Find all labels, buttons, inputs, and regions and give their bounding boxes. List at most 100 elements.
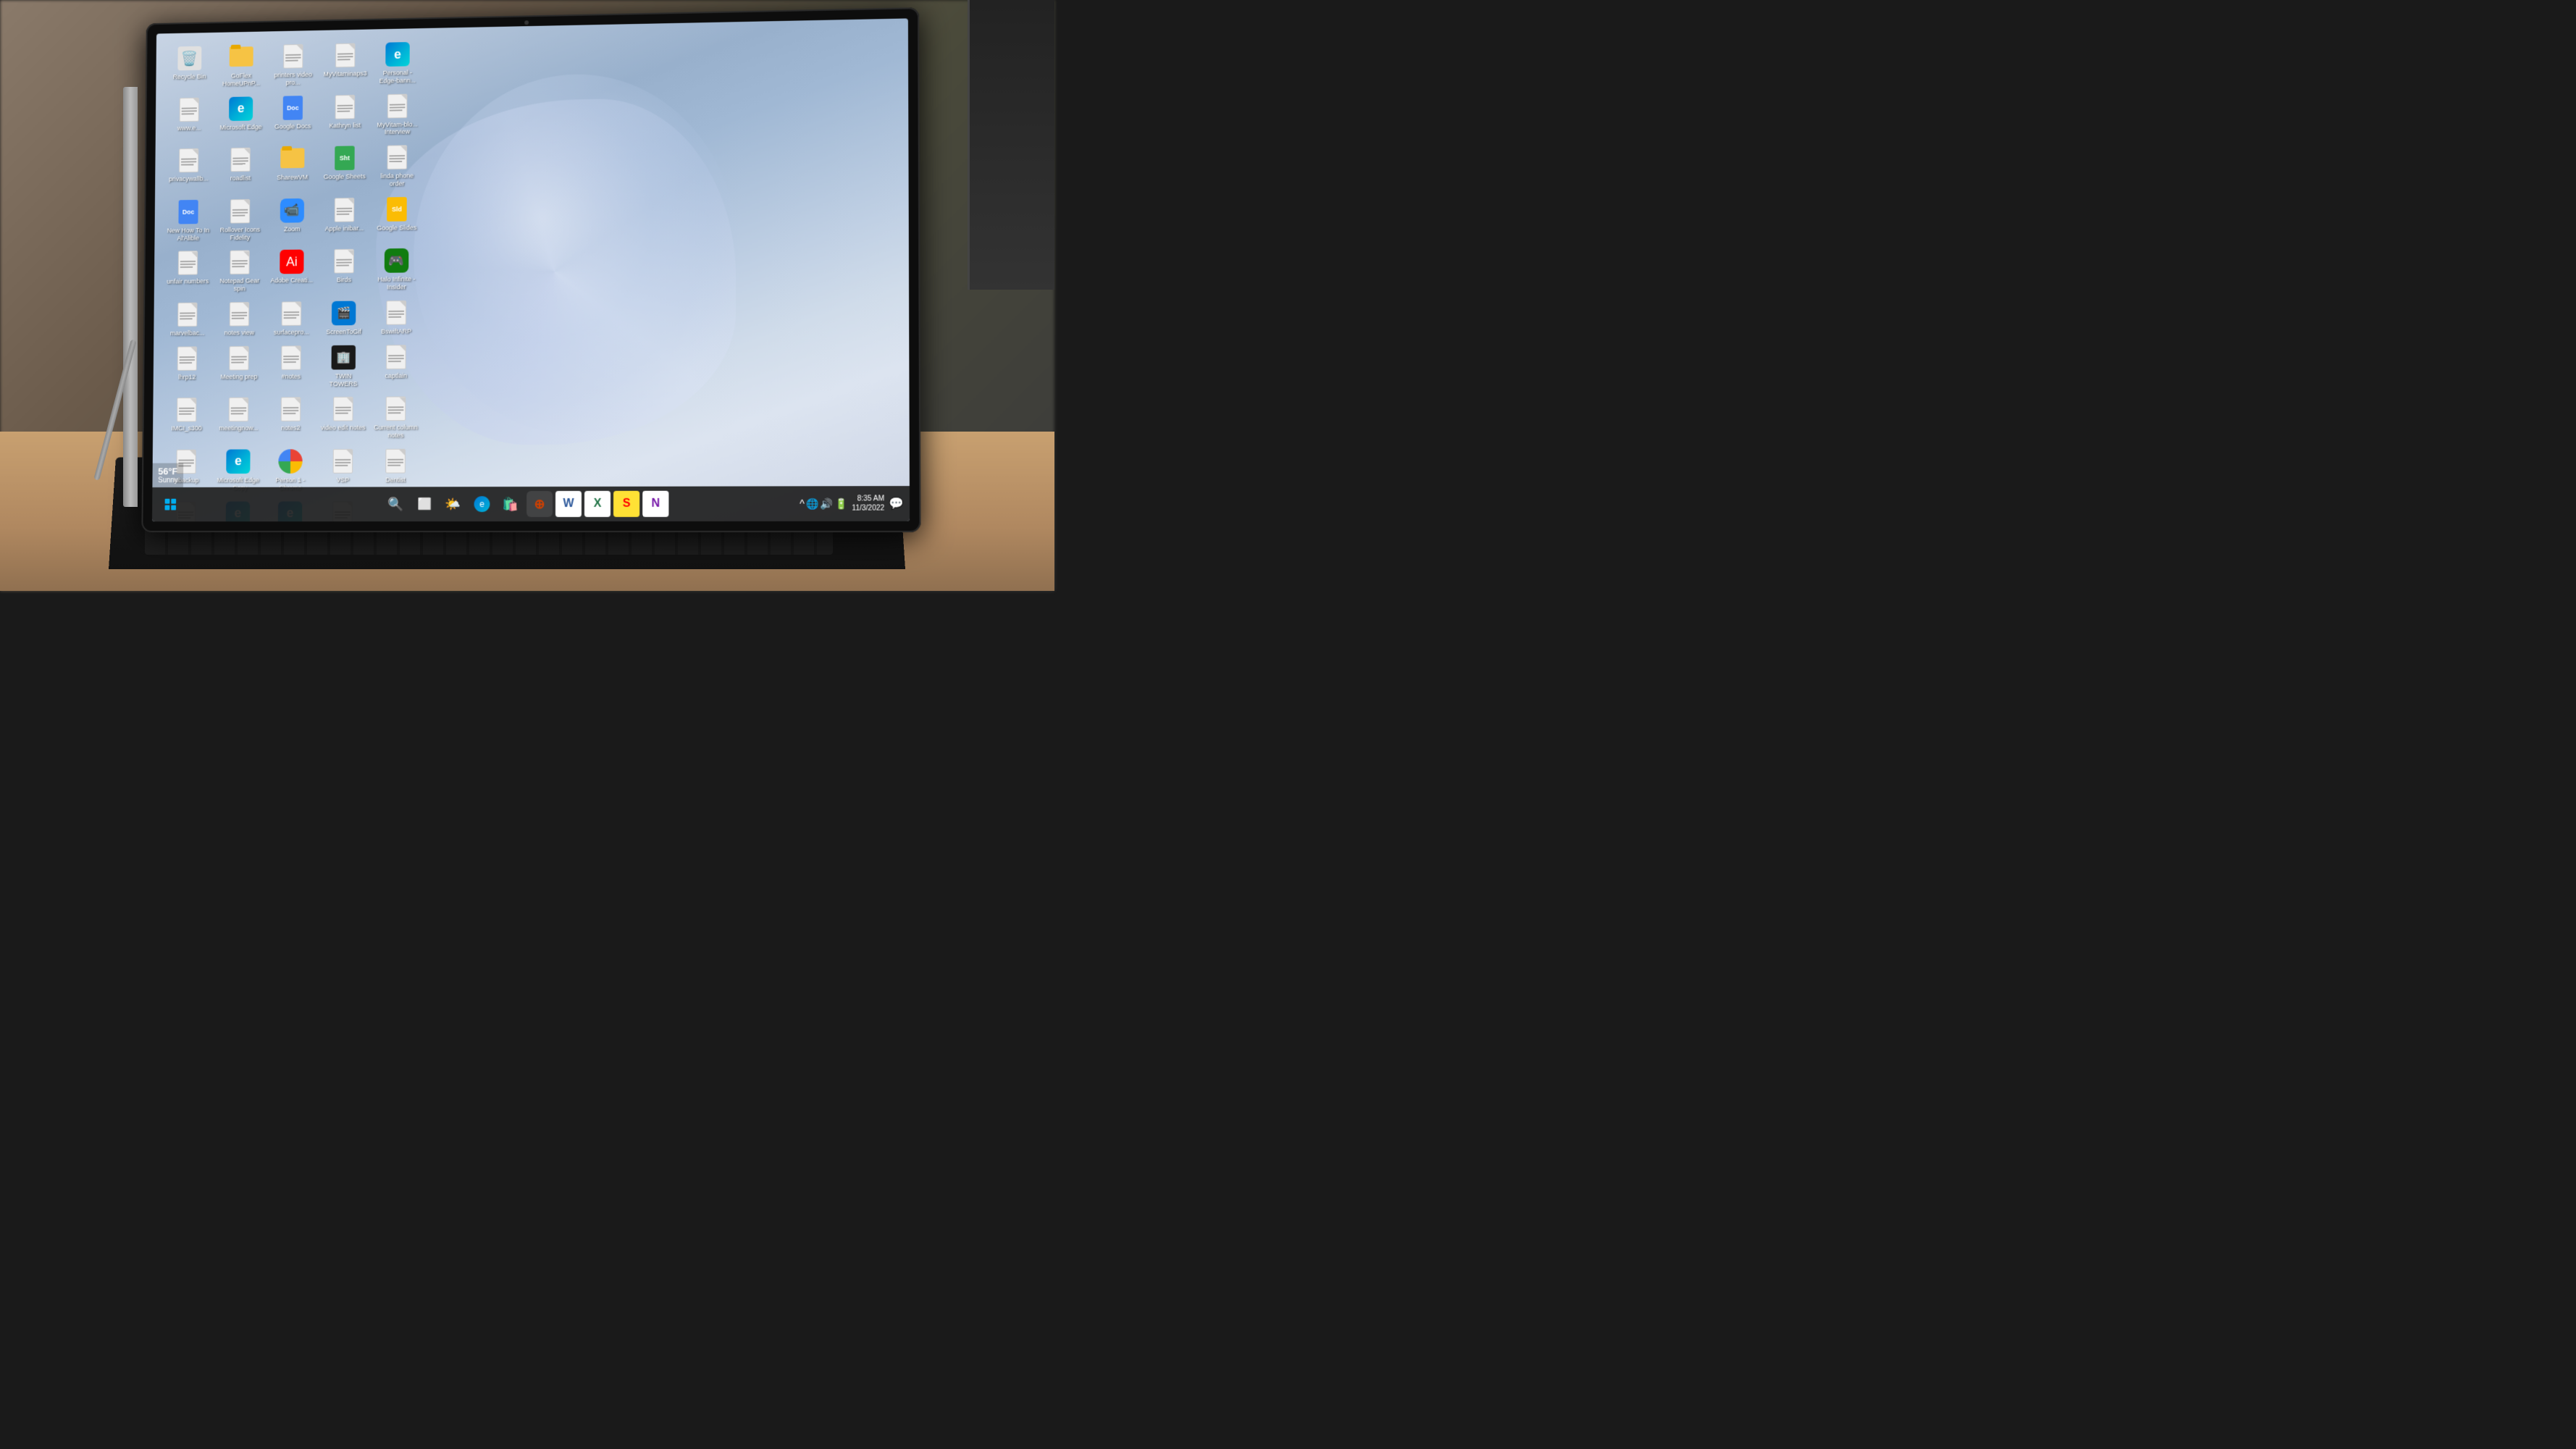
- desktop-icon-rollover-fidelity[interactable]: Rollover Icons Fidelity: [216, 196, 264, 245]
- desktop-icon-myvitaminaps3[interactable]: MyVitaminaps3: [321, 39, 369, 88]
- icon-image-imci-s300: [174, 397, 199, 423]
- icon-label-kathryn-list: Kathryn list: [329, 122, 360, 130]
- icon-label-myvitam-interview: MyVitam-blo... Interview: [374, 120, 420, 136]
- desktop-icon-screentogif[interactable]: 🎬 ScreenToGif: [319, 297, 368, 339]
- taskbar: 🔍 ⬜ 🌤️ e 🛍️ ⊕ W X S N ^: [152, 486, 910, 521]
- desktop-icon-linda-phone-order[interactable]: linda phone order: [373, 141, 421, 190]
- icon-image-halo-infinite: 🎮: [384, 248, 410, 274]
- icon-image-notepad-gear: [227, 250, 252, 276]
- taskbar-task-view[interactable]: ⬜: [411, 491, 437, 517]
- desktop-icon-notes[interactable]: #notes: [267, 342, 316, 391]
- desktop-icon-roadlist[interactable]: roadlist: [217, 144, 264, 193]
- desktop-icon-google-docs[interactable]: Doc Google Docs: [269, 92, 316, 141]
- icon-label-microsoft-edge: Microsoft Edge: [219, 123, 261, 131]
- desktop-icon-notes-view[interactable]: notes view: [215, 298, 263, 340]
- desktop-icon-unfair-numbers[interactable]: unfair numbers: [164, 248, 211, 297]
- icon-label-myvitaminaps3: MyVitaminaps3: [324, 70, 367, 78]
- icon-label-new-how-to-alible: New How To In Al'Alible: [166, 227, 211, 243]
- desktop-icon-new-how-to-alible[interactable]: Doc New How To In Al'Alible: [164, 196, 212, 245]
- taskbar-time-date[interactable]: 8:35 AM 11/3/2022: [852, 494, 884, 513]
- icon-label-unfair-numbers: unfair numbers: [167, 278, 209, 286]
- desktop-icon-twin-towers[interactable]: 🏢 TWIN TOWERS: [319, 341, 368, 390]
- desktop-icon-captlain[interactable]: captlain: [372, 341, 420, 390]
- icon-image-myvitam-interview: [385, 93, 410, 119]
- desktop-icon-microsoft-edge[interactable]: e Microsoft Edge: [217, 93, 264, 142]
- taskbar-search[interactable]: 🔍: [383, 491, 409, 517]
- tray-battery[interactable]: 🔋: [834, 497, 847, 510]
- icon-label-meeting-prep: Meeting prep: [220, 373, 257, 381]
- taskbar-office[interactable]: ⊕: [526, 491, 553, 517]
- taskbar-ms-store[interactable]: 🛍️: [498, 491, 524, 517]
- icon-label-vsp: VSP: [336, 476, 349, 484]
- icon-image-notes: [278, 345, 303, 371]
- desktop-icon-personal-edge-bann[interactable]: e Personal - Edge-bann...: [374, 38, 422, 88]
- taskbar-onenote[interactable]: N: [642, 491, 668, 517]
- desktop-icon-zoom[interactable]: 📹 Zoom: [268, 195, 316, 244]
- taskbar-widgets[interactable]: 🌤️: [440, 491, 466, 517]
- start-button[interactable]: [158, 492, 183, 517]
- icon-image-vsp: [330, 448, 356, 474]
- desktop-icon-printer-video[interactable]: printers video pro...: [269, 41, 317, 90]
- desktop-icon-meeting-prep[interactable]: Meeting prep: [215, 343, 264, 392]
- desktop-icon-kathryn-list[interactable]: Kathryn list: [321, 91, 369, 140]
- icon-image-adobe-creative: Ai: [279, 249, 304, 275]
- desktop-icon-privacywallb[interactable]: privacywallb...: [165, 145, 213, 194]
- desktop-icon-birds[interactable]: Birds: [320, 245, 369, 295]
- desktop-icon-current-column[interactable]: Current column notes: [372, 393, 420, 442]
- icon-image-meeting-prep: [226, 345, 251, 371]
- taskbar-word[interactable]: W: [555, 491, 582, 517]
- desktop-icon-notepad-gear[interactable]: Notepad Gear spin: [216, 247, 264, 296]
- tray-sound[interactable]: 🔊: [821, 497, 834, 510]
- icon-label-notes-view: notes view: [225, 329, 254, 337]
- icon-label-video-edit-notes: video edit notes: [321, 424, 366, 432]
- icon-image-current-column: [383, 396, 409, 422]
- icon-label-sharevm: SharewVM: [277, 174, 308, 182]
- windows-wallpaper: 🗑️ Recycle Bin GoFlex HomeUPnP... printe…: [152, 18, 910, 521]
- desktop-icon-imci-s300[interactable]: IMCI_s300: [162, 394, 210, 443]
- desktop-icon-myvitam-interview[interactable]: MyVitam-blo... Interview: [373, 90, 421, 139]
- laptop-left-edge: [123, 87, 138, 507]
- taskbar-sticky[interactable]: S: [613, 491, 639, 517]
- desktop-icon-meetingnow[interactable]: meetingnow...: [214, 394, 263, 443]
- taskbar-system-tray: ^ 🌐 🔊 🔋 8:35 AM 11/3/2022 💬: [800, 494, 904, 513]
- icon-label-screentogif: ScreenToGif: [326, 328, 361, 336]
- icon-image-notes2: [278, 397, 303, 423]
- desktop-icon-marvelbac[interactable]: marvelbac...: [164, 299, 211, 340]
- taskbar-notification[interactable]: 💬: [889, 496, 903, 511]
- desktop-icon-video-edit-notes[interactable]: video edit notes: [319, 393, 367, 442]
- icon-label-captlain: captlain: [385, 372, 407, 380]
- icon-label-personal-edge-bann: Personal - Edge-bann...: [375, 69, 421, 85]
- icon-label-surfacepro: surfacepro...: [274, 329, 309, 337]
- desktop-icon-apple-ibar[interactable]: Apple inibar...: [320, 194, 369, 243]
- icon-label-lhrp12: lhrp12: [178, 373, 196, 381]
- icon-label-goflex: GoFlex HomeUPnP...: [219, 72, 264, 88]
- tray-network[interactable]: 🌐: [806, 497, 819, 510]
- icon-image-birds: [331, 248, 356, 274]
- weather-widget: 56°F Sunny: [152, 463, 183, 487]
- desktop-icon-google-slides[interactable]: Sld Google Slides: [372, 193, 421, 243]
- desktop-icon-halo-infinite[interactable]: 🎮 Halo Infinite - Insider: [372, 245, 421, 294]
- tray-up-arrow[interactable]: ^: [800, 498, 805, 510]
- icon-image-personal-edge-bann: e: [385, 41, 410, 67]
- desktop-icon-notes2[interactable]: notes2: [267, 394, 315, 443]
- icon-label-meetingnow: meetingnow...: [219, 424, 258, 432]
- icon-image-myvitaminaps3: [332, 42, 358, 68]
- desktop-icon-bswiftarp[interactable]: BswiftARP: [372, 297, 421, 339]
- icon-label-marvelbac: marvelbac...: [170, 329, 204, 337]
- desktop-icon-www-icon[interactable]: www.e...: [165, 93, 213, 143]
- icon-label-roadlist: roadlist: [230, 175, 251, 182]
- desktop-icon-recycle-bin[interactable]: 🗑️ Recycle Bin: [166, 43, 214, 92]
- icon-label-halo-infinite: Halo Infinite - Insider: [374, 276, 419, 292]
- icon-image-twin-towers: 🏢: [331, 345, 356, 371]
- icon-label-notepad-gear: Notepad Gear spin: [217, 277, 262, 293]
- icon-label-google-slides: Google Slides: [377, 224, 416, 232]
- taskbar-edge[interactable]: e: [469, 491, 495, 517]
- desktop-icon-surfacepro[interactable]: surfacepro...: [267, 298, 316, 339]
- desktop-icon-goflex[interactable]: GoFlex HomeUPnP...: [217, 41, 265, 91]
- desktop-icon-sharevm[interactable]: SharewVM: [269, 143, 317, 193]
- icon-image-roadlist: [228, 147, 253, 173]
- desktop-icon-google-sheets[interactable]: Sht Google Sheets: [320, 142, 369, 191]
- desktop-icon-lhrp12[interactable]: lhrp12: [163, 343, 211, 392]
- taskbar-excel[interactable]: X: [584, 491, 611, 517]
- desktop-icon-adobe-creative[interactable]: Ai Adobe Creati...: [268, 246, 316, 295]
